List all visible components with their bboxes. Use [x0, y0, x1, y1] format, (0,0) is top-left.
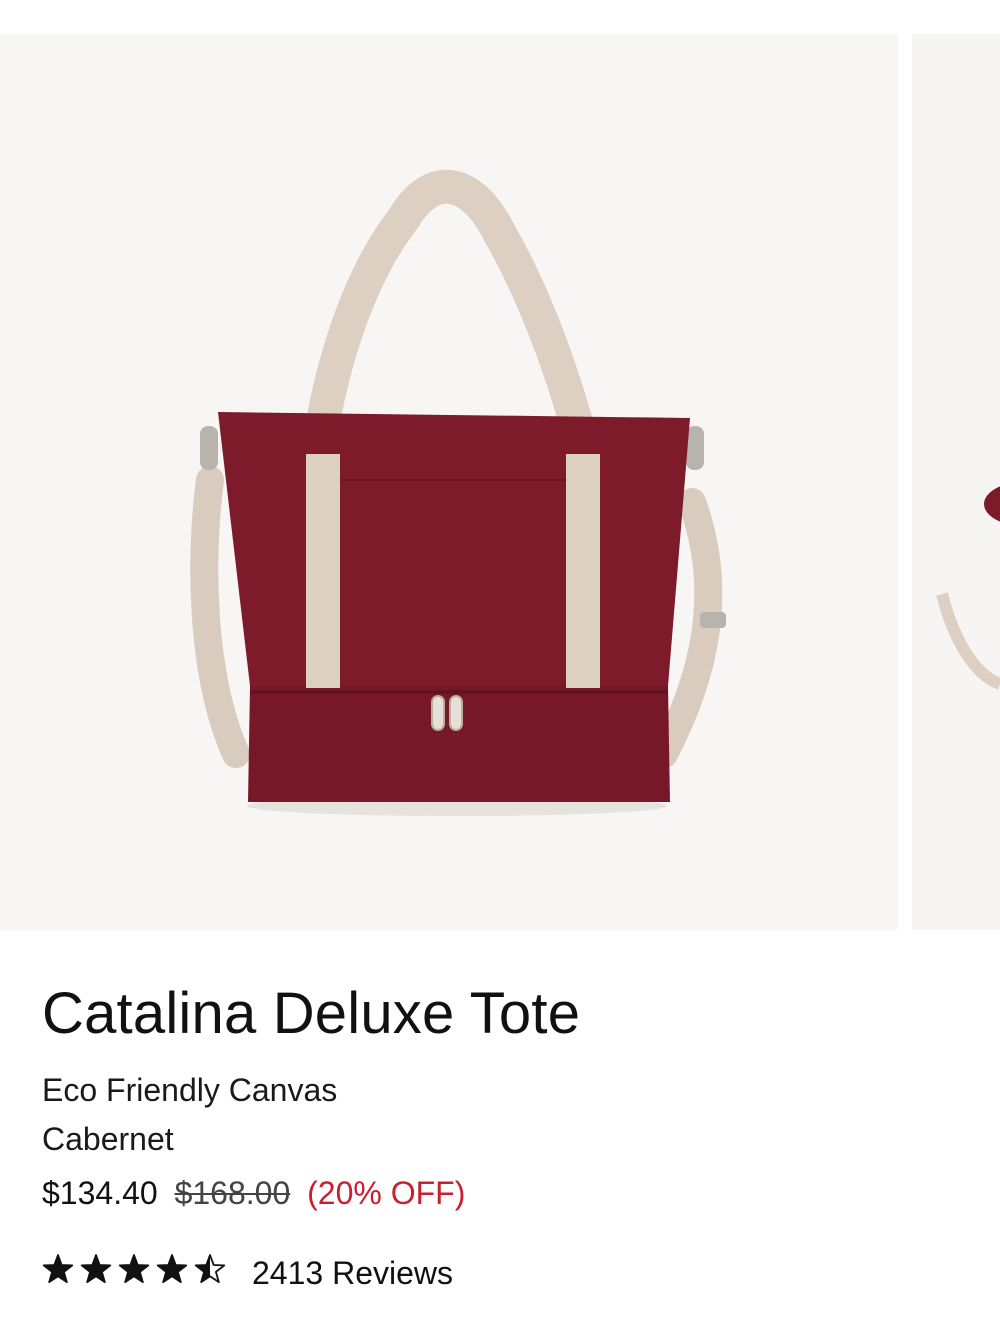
star-filled-icon: [81, 1255, 111, 1283]
product-image-main[interactable]: [0, 34, 898, 930]
sale-price: $134.40: [42, 1175, 158, 1211]
star-filled-icon: [43, 1255, 73, 1283]
product-title[interactable]: Catalina Deluxe Tote: [42, 980, 580, 1047]
reviews-link[interactable]: 2413 Reviews: [252, 1255, 453, 1292]
discount-label: (20% OFF): [307, 1175, 466, 1211]
product-image-next[interactable]: [912, 34, 1000, 930]
next-photo-partial: [936, 486, 1000, 690]
star-filled-icon: [119, 1255, 149, 1283]
price-row: $134.40 $168.00 (20% OFF): [42, 1175, 465, 1212]
star-filled-icon: [157, 1255, 187, 1283]
product-color: Cabernet: [42, 1121, 174, 1157]
product-image-gallery[interactable]: [0, 34, 1000, 930]
product-material: Eco Friendly Canvas: [42, 1072, 338, 1108]
star-rating-icon: [42, 1254, 226, 1284]
tote-bag-photo: [190, 169, 726, 816]
original-price: $168.00: [174, 1175, 291, 1211]
